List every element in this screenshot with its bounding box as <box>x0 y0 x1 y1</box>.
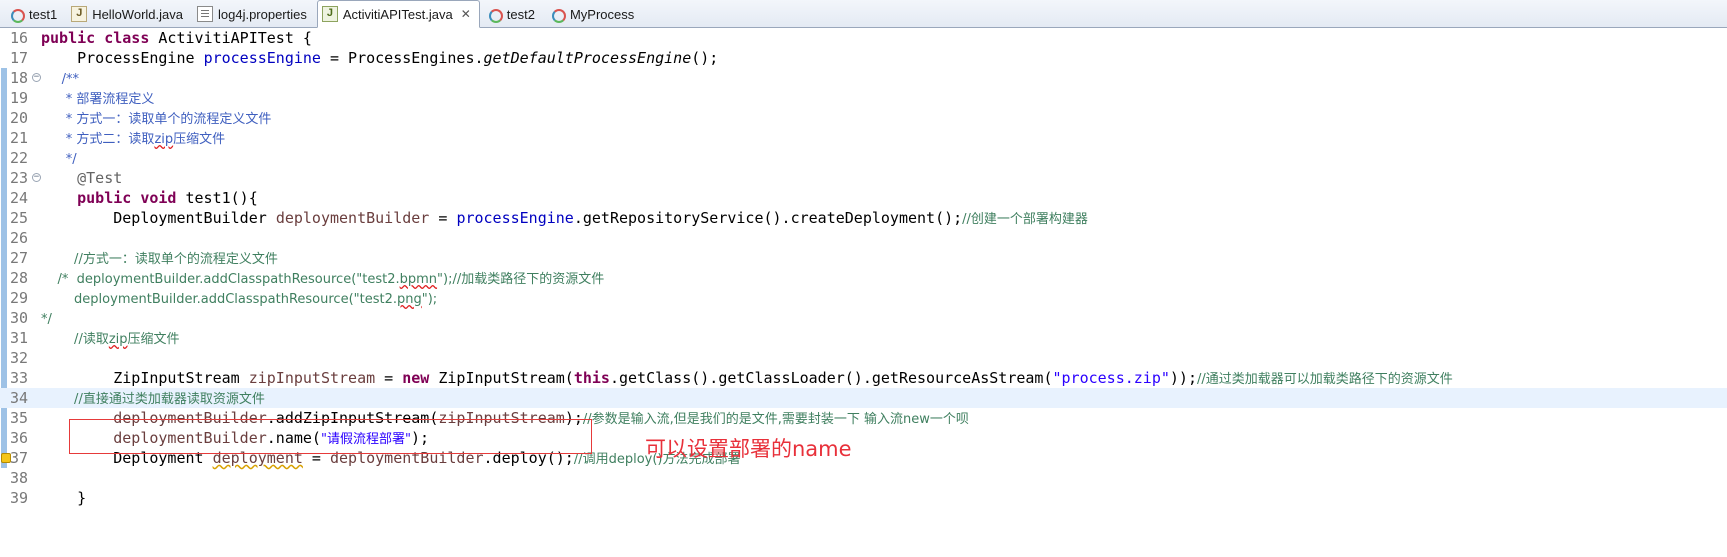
tab-label: HelloWorld.java <box>92 6 183 22</box>
fold-toggle-icon[interactable]: − <box>32 73 41 82</box>
line-number: 38 <box>10 469 29 487</box>
code-line[interactable]: 25 DeploymentBuilder deploymentBuilder =… <box>0 208 1727 228</box>
line-number: 27 <box>10 249 29 267</box>
line-number: 39 <box>10 489 29 507</box>
line-number: 26 <box>10 229 29 247</box>
java-file-icon <box>71 6 88 22</box>
line-number: 35 <box>10 409 29 427</box>
code-text: //直接通过类加载器读取资源文件 <box>41 392 265 407</box>
tab-myprocess[interactable]: MyProcess <box>545 1 642 27</box>
code-text: deploymentBuilder.addClasspathResource("… <box>41 292 438 307</box>
tab-label: ActivitiAPITest.java <box>342 6 453 22</box>
code-line[interactable]: 33 ZipInputStream zipInputStream = new Z… <box>0 368 1727 388</box>
code-text: /** <box>41 72 80 87</box>
code-line[interactable]: 39 } <box>0 488 1727 508</box>
properties-file-icon <box>196 6 213 22</box>
code-text: */ <box>41 312 52 327</box>
code-line[interactable]: 38 <box>0 468 1727 488</box>
code-line[interactable]: 31 //读取zip压缩文件 <box>0 328 1727 348</box>
code-line[interactable]: 23− @Test <box>0 168 1727 188</box>
code-line[interactable]: 19 * 部署流程定义 <box>0 88 1727 108</box>
annotation-note: 可以设置部署的name <box>645 437 852 461</box>
code-line[interactable]: 16 public class ActivitiAPITest { <box>0 28 1727 48</box>
java-test-file-icon <box>321 6 338 22</box>
line-number: 28 <box>10 269 29 287</box>
code-line[interactable]: 34 //直接通过类加载器读取资源文件 <box>0 388 1727 408</box>
code-line[interactable]: 17 ProcessEngine processEngine = Process… <box>0 48 1727 68</box>
code-line[interactable]: 29 deploymentBuilder.addClasspathResourc… <box>0 288 1727 308</box>
code-line[interactable]: 22 */ <box>0 148 1727 168</box>
line-number: 37 <box>10 449 29 467</box>
close-icon[interactable]: ✕ <box>461 7 471 21</box>
line-number: 19 <box>10 89 29 107</box>
code-line[interactable]: 27 //方式一：读取单个的流程定义文件 <box>0 248 1727 268</box>
line-number: 25 <box>10 209 29 227</box>
code-text: */ <box>41 152 77 167</box>
line-number: 32 <box>10 349 29 367</box>
line-number: 17 <box>10 49 29 67</box>
code-editor[interactable]: 16 public class ActivitiAPITest {17 Proce… <box>0 28 1727 557</box>
line-number: 29 <box>10 289 29 307</box>
code-line[interactable]: 20 * 方式一：读取单个的流程定义文件 <box>0 108 1727 128</box>
editor-tab-bar: test1 HelloWorld.java log4j.properties Acti… <box>0 0 1727 28</box>
tab-activitiapitest-java[interactable]: ActivitiAPITest.java ✕ <box>316 0 480 28</box>
tab-test1[interactable]: test1 <box>4 1 65 27</box>
code-text: * 部署流程定义 <box>41 92 155 107</box>
code-line[interactable]: 28 /* deploymentBuilder.addClasspathReso… <box>0 268 1727 288</box>
code-line[interactable]: 24 public void test1(){ <box>0 188 1727 208</box>
line-number: 20 <box>10 109 29 127</box>
tab-label: log4j.properties <box>217 6 307 22</box>
line-number: 31 <box>10 329 29 347</box>
tab-helloworld-java[interactable]: HelloWorld.java <box>67 1 191 27</box>
code-line[interactable]: 30 */ <box>0 308 1727 328</box>
line-number: 36 <box>10 429 29 447</box>
code-text: ProcessEngine processEngine = ProcessEng… <box>41 49 719 67</box>
code-text: public class ActivitiAPITest { <box>41 29 312 47</box>
code-text: * 方式二：读取zip压缩文件 <box>41 132 226 147</box>
code-text: DeploymentBuilder deploymentBuilder = pr… <box>41 209 1088 227</box>
line-number: 33 <box>10 369 29 387</box>
line-number: 16 <box>10 29 29 47</box>
process-diagram-icon <box>486 6 503 23</box>
process-diagram-icon <box>8 6 25 23</box>
code-text: //方式一：读取单个的流程定义文件 <box>41 252 278 267</box>
line-number: 30 <box>10 309 29 327</box>
tab-test2[interactable]: test2 <box>482 1 543 27</box>
tab-label: test2 <box>506 6 535 22</box>
line-number: 18 <box>10 69 29 87</box>
tab-label: test1 <box>29 6 58 22</box>
code-line[interactable]: 21 * 方式二：读取zip压缩文件 <box>0 128 1727 148</box>
code-line[interactable]: 18− /** <box>0 68 1727 88</box>
code-text: ZipInputStream zipInputStream = new ZipI… <box>41 369 1453 387</box>
code-text: public void test1(){ <box>77 189 258 207</box>
line-number: 21 <box>10 129 29 147</box>
tab-log4j-properties[interactable]: log4j.properties <box>193 1 315 27</box>
tab-label: MyProcess <box>569 6 635 22</box>
line-number: 23 <box>10 169 29 187</box>
code-text: @Test <box>41 169 123 187</box>
code-text: /* deploymentBuilder.addClasspathResourc… <box>41 272 605 287</box>
process-diagram-icon <box>549 6 566 23</box>
code-text: } <box>41 489 87 507</box>
code-text: //读取zip压缩文件 <box>41 332 180 347</box>
fold-toggle-icon[interactable]: − <box>32 173 41 182</box>
code-text: * 方式一：读取单个的流程定义文件 <box>41 112 272 127</box>
highlight-box <box>69 419 592 454</box>
line-number: 24 <box>10 189 29 207</box>
code-line[interactable]: 26 <box>0 228 1727 248</box>
line-number: 34 <box>10 389 29 407</box>
warning-icon[interactable] <box>1 453 11 463</box>
code-line[interactable]: 32 <box>0 348 1727 368</box>
line-number: 22 <box>10 149 29 167</box>
